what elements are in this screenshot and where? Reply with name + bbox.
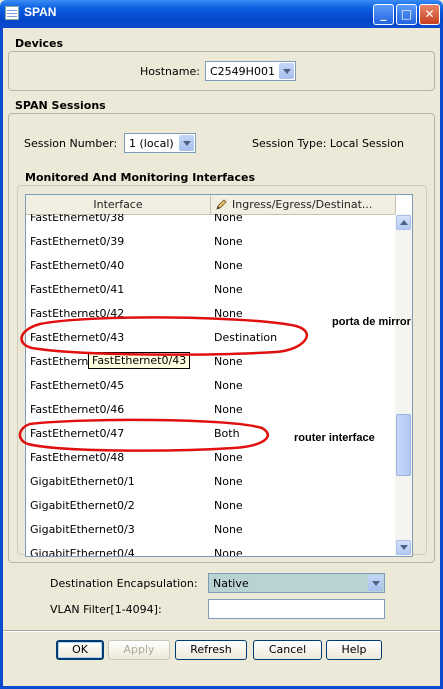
mirror-port-note: porta de mirror: [332, 316, 411, 328]
chevron-down-icon[interactable]: [179, 135, 194, 151]
table-row[interactable]: FastEthernet0/45 None: [26, 375, 396, 399]
row-interface: GigabitEthernet0/2: [30, 499, 135, 512]
devices-section-title: Devices: [15, 37, 64, 50]
app-window-icon: [5, 6, 19, 20]
row-mode[interactable]: None: [214, 451, 243, 464]
table-row[interactable]: FastEthernet0/40 None: [26, 255, 396, 279]
column-header-interface[interactable]: Interface: [26, 195, 211, 214]
row-mode[interactable]: None: [214, 283, 243, 296]
table-row[interactable]: FastEthernet0/38 None: [26, 214, 396, 231]
span-sessions-section-title: SPAN Sessions: [15, 99, 106, 112]
interface-tooltip: FastEthernet0/43: [88, 352, 191, 369]
column-header-label: Interface: [93, 198, 143, 211]
row-interface: FastEthernet0/46: [30, 403, 125, 416]
pencil-icon: [216, 199, 227, 210]
table-row[interactable]: GigabitEthernet0/4 None: [26, 543, 396, 556]
table-body[interactable]: FastEthernet0/38 None FastEthernet0/39 Non…: [26, 214, 396, 556]
footer-divider: [3, 630, 440, 632]
hostname-value: C2549H001: [210, 65, 275, 78]
row-mode[interactable]: None: [214, 403, 243, 416]
row-interface: FastEthernet0/48: [30, 451, 125, 464]
chevron-down-icon[interactable]: [368, 575, 383, 591]
ok-button[interactable]: OK: [56, 640, 104, 660]
session-number-label: Session Number:: [24, 137, 118, 150]
row-mode[interactable]: None: [214, 379, 243, 392]
row-mode[interactable]: Both: [214, 427, 240, 440]
row-interface: FastEthernet0/38: [30, 214, 125, 224]
row-interface: GigabitEthernet0/4: [30, 547, 135, 556]
table-row[interactable]: GigabitEthernet0/1 None: [26, 471, 396, 495]
table-vertical-scrollbar[interactable]: [395, 214, 412, 556]
window-title: SPAN: [24, 5, 57, 19]
router-interface-note: router interface: [294, 432, 375, 444]
row-interface: FastEthernet0/42: [30, 307, 125, 320]
maximize-icon: □: [400, 7, 413, 21]
table-row[interactable]: FastEthernet0/41 None: [26, 279, 396, 303]
table-row[interactable]: FastEthernet0/44 None: [26, 351, 396, 375]
table-row[interactable]: FastEthernet0/43 Destination: [26, 327, 396, 351]
table-header: Interface Ingress/Egress/Destinat...: [26, 195, 396, 215]
session-type-text: Session Type: Local Session: [252, 137, 404, 150]
row-interface: FastEthernet0/45: [30, 379, 125, 392]
row-interface: GigabitEthernet0/3: [30, 523, 135, 536]
maximize-button[interactable]: □: [396, 4, 417, 25]
close-icon: ✕: [424, 7, 435, 21]
row-interface: FastEthernet0/39: [30, 235, 125, 248]
hostname-select[interactable]: C2549H001: [205, 61, 296, 81]
window-border-left: [0, 28, 3, 689]
chevron-down-icon[interactable]: [279, 63, 294, 79]
row-mode[interactable]: Destination: [214, 331, 277, 344]
minimize-icon: _: [380, 7, 387, 21]
vlan-filter-label: VLAN Filter[1-4094]:: [50, 603, 162, 616]
scroll-down-icon[interactable]: [396, 540, 411, 555]
vlan-filter-input[interactable]: [208, 599, 385, 619]
minimize-button[interactable]: _: [373, 4, 394, 25]
column-header-mode[interactable]: Ingress/Egress/Destinat...: [211, 195, 396, 214]
table-row[interactable]: FastEthernet0/48 None: [26, 447, 396, 471]
scrollbar-thumb[interactable]: [396, 414, 411, 476]
help-button[interactable]: Help: [326, 640, 382, 660]
table-row[interactable]: GigabitEthernet0/2 None: [26, 495, 396, 519]
row-mode[interactable]: None: [214, 235, 243, 248]
row-mode[interactable]: None: [214, 475, 243, 488]
table-row[interactable]: FastEthernet0/46 None: [26, 399, 396, 423]
table-row[interactable]: GigabitEthernet0/3 None: [26, 519, 396, 543]
session-number-select[interactable]: 1 (local): [124, 133, 196, 153]
column-header-label: Ingress/Egress/Destinat...: [232, 198, 373, 211]
row-mode[interactable]: None: [214, 214, 243, 224]
encapsulation-value: Native: [213, 577, 249, 590]
row-mode[interactable]: None: [214, 547, 243, 556]
row-mode[interactable]: None: [214, 499, 243, 512]
row-mode[interactable]: None: [214, 259, 243, 272]
hostname-label: Hostname:: [140, 65, 200, 78]
session-number-value: 1 (local): [129, 137, 174, 150]
refresh-button[interactable]: Refresh: [175, 640, 247, 660]
row-mode[interactable]: None: [214, 355, 243, 368]
encapsulation-label: Destination Encapsulation:: [50, 577, 198, 590]
row-interface: FastEthernet0/47: [30, 427, 125, 440]
row-interface: FastEthernet0/41: [30, 283, 125, 296]
interfaces-table[interactable]: Interface Ingress/Egress/Destinat... Fas…: [25, 194, 413, 557]
cancel-button[interactable]: Cancel: [253, 640, 322, 660]
row-interface: FastEthernet0/43: [30, 331, 125, 344]
scroll-up-icon[interactable]: [396, 215, 411, 230]
encapsulation-select[interactable]: Native: [208, 573, 385, 593]
interfaces-section-title: Monitored And Monitoring Interfaces: [25, 171, 256, 184]
row-interface: GigabitEthernet0/1: [30, 475, 135, 488]
close-button[interactable]: ✕: [419, 4, 440, 25]
table-row[interactable]: FastEthernet0/39 None: [26, 231, 396, 255]
row-mode[interactable]: None: [214, 523, 243, 536]
row-interface: FastEthernet0/40: [30, 259, 125, 272]
row-mode[interactable]: None: [214, 307, 243, 320]
title-bar[interactable]: SPAN _ □ ✕: [0, 0, 443, 28]
apply-button[interactable]: Apply: [108, 640, 170, 660]
